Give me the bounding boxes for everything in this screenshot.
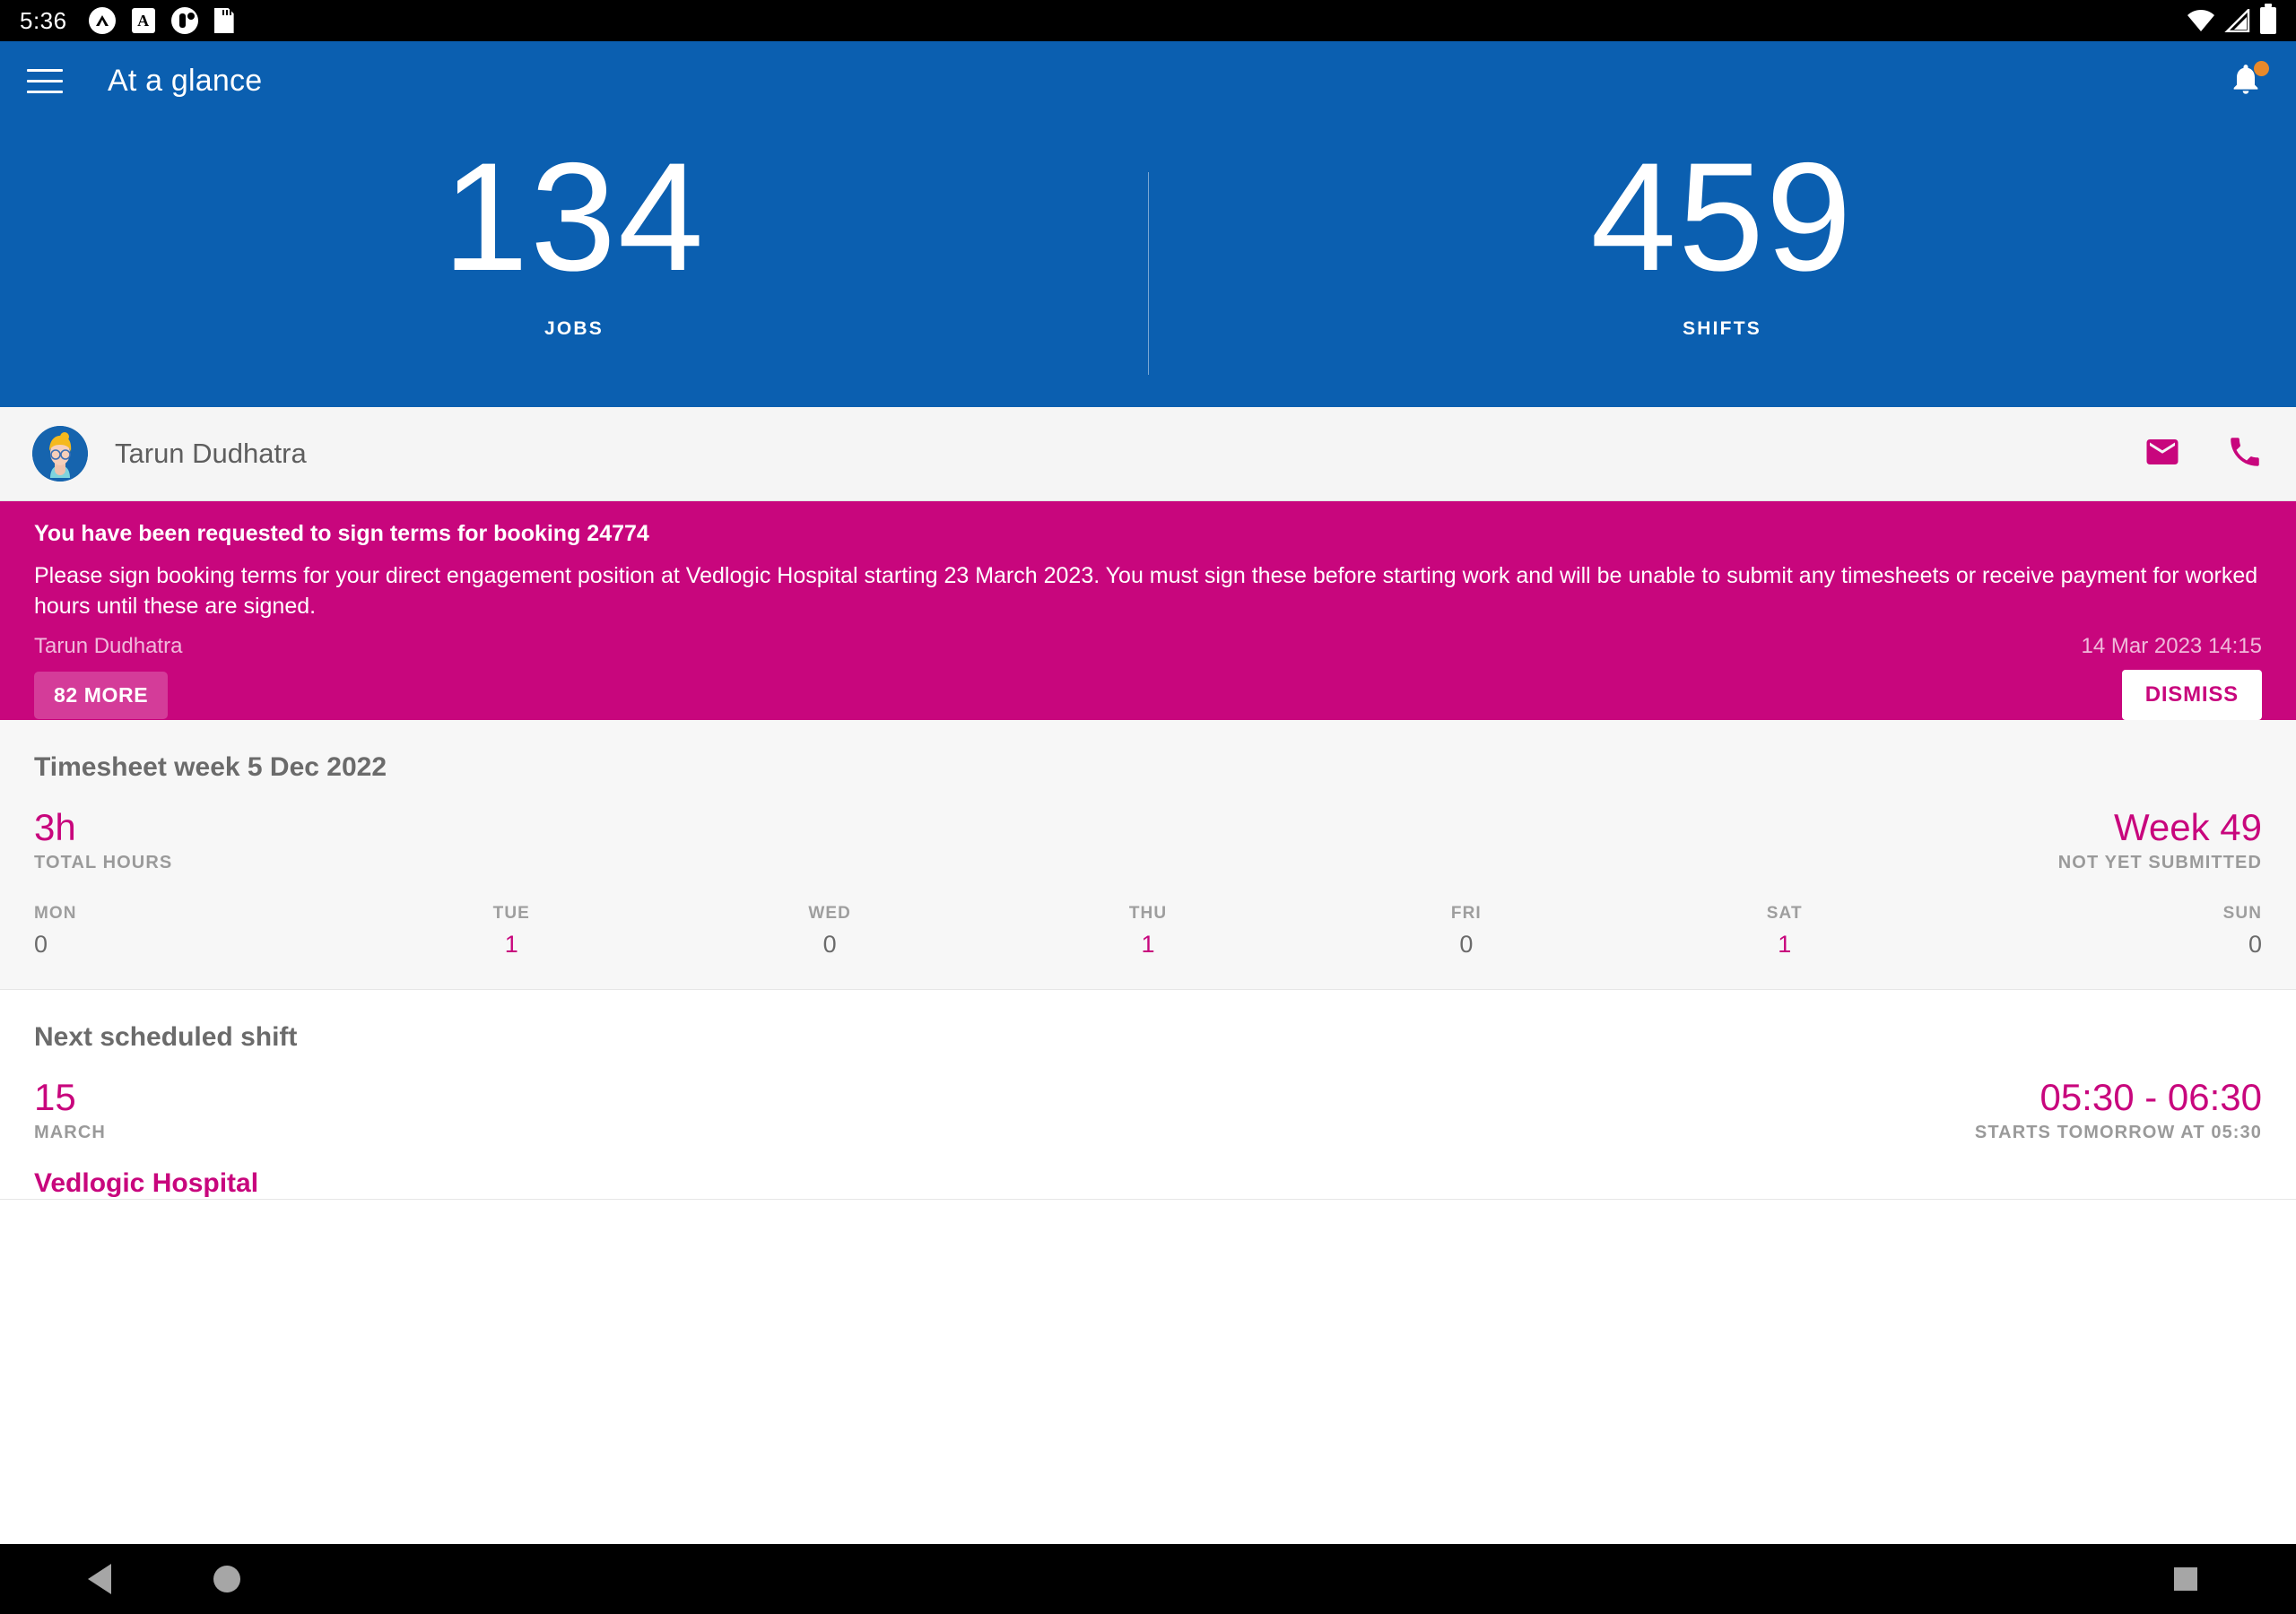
- hamburger-line: [27, 90, 63, 93]
- day-value: 0: [822, 931, 837, 959]
- day-label: SAT: [1766, 904, 1803, 924]
- user-contact-actions: [2144, 433, 2264, 475]
- banner-title: You have been requested to sign terms fo…: [34, 521, 649, 546]
- notification-badge-dot: [2254, 61, 2269, 76]
- day-label: TUE: [492, 904, 530, 924]
- shifts-label: SHIFTS: [1683, 317, 1761, 339]
- status-bar-notification-icons: A: [88, 7, 234, 34]
- timesheet-card[interactable]: Timesheet week 5 Dec 2022 3h TOTAL HOURS…: [0, 720, 2296, 991]
- next-shift-date: 15 MARCH: [34, 1076, 106, 1143]
- sdcard-icon: [213, 8, 234, 33]
- day-label: THU: [1128, 904, 1168, 924]
- total-hours-label: TOTAL HOURS: [34, 853, 173, 873]
- user-row: Tarun Dudhatra: [0, 407, 2296, 501]
- shift-month: MARCH: [34, 1123, 106, 1143]
- week-status: NOT YET SUBMITTED: [2057, 853, 2262, 873]
- recents-square-icon[interactable]: [2174, 1567, 2197, 1591]
- dismiss-button[interactable]: DISMISS: [2121, 670, 2262, 720]
- system-nav-bar: [0, 1544, 2296, 1614]
- day-sat: SAT 1: [1625, 904, 1944, 959]
- at-a-glance-panel: 134 JOBS 459 SHIFTS: [0, 120, 2296, 407]
- notification-banner: You have been requested to sign terms fo…: [0, 501, 2296, 720]
- shift-time-range: 05:30 - 06:30: [2039, 1076, 2262, 1119]
- back-triangle-icon[interactable]: [88, 1564, 111, 1594]
- day-label: SUN: [2222, 904, 2263, 924]
- glance-stat-shifts[interactable]: 459 SHIFTS: [1148, 120, 2296, 407]
- day-tue: TUE 1: [352, 904, 671, 959]
- next-shift-time: 05:30 - 06:30 STARTS TOMORROW AT 05:30: [1974, 1076, 2262, 1143]
- banner-timestamp: 14 Mar 2023 14:15: [2081, 634, 2262, 658]
- timesheet-total: 3h TOTAL HOURS: [34, 806, 173, 873]
- day-label: FRI: [1450, 904, 1482, 924]
- day-value: 1: [1778, 931, 1792, 959]
- banner-meta: Tarun Dudhatra 14 Mar 2023 14:15: [34, 634, 2262, 659]
- hamburger-line: [27, 68, 63, 72]
- banner-body: Please sign booking terms for your direc…: [34, 563, 2258, 619]
- day-label: MON: [34, 904, 77, 924]
- shift-location: Vedlogic Hospital: [34, 1168, 259, 1199]
- hamburger-line: [27, 79, 63, 82]
- user-name: Tarun Dudhatra: [115, 438, 307, 469]
- timesheet-summary: 3h TOTAL HOURS Week 49 NOT YET SUBMITTED: [34, 806, 2262, 873]
- battery-icon: [2260, 4, 2276, 34]
- day-mon: MON 0: [34, 904, 352, 959]
- day-value: 0: [2248, 931, 2263, 959]
- app-screen: 5:36 A At a glance 134 JOBS 459 SHIFTS T…: [0, 0, 2296, 1614]
- day-fri: FRI 0: [1307, 904, 1625, 959]
- week-number: Week 49: [2114, 806, 2262, 848]
- shifts-count: 459: [1590, 131, 1854, 303]
- page-title: At a glance: [108, 63, 263, 98]
- next-shift-card[interactable]: Next scheduled shift 15 MARCH 05:30 - 06…: [0, 990, 2296, 1201]
- day-value: 0: [1459, 931, 1474, 959]
- shift-starts-note: STARTS TOMORROW AT 05:30: [1974, 1123, 2262, 1143]
- font-app-icon: A: [131, 8, 155, 33]
- cellular-signal-icon: [2224, 7, 2251, 33]
- total-hours-value: 3h: [34, 806, 76, 848]
- person-app-icon: [170, 7, 198, 34]
- status-bar: 5:36 A: [0, 0, 2296, 41]
- glance-stat-jobs[interactable]: 134 JOBS: [0, 120, 1148, 407]
- status-bar-clock: 5:36: [20, 6, 67, 34]
- day-value: 1: [504, 931, 518, 959]
- banner-author: Tarun Dudhatra: [34, 634, 183, 658]
- hamburger-menu-icon[interactable]: [27, 60, 68, 101]
- next-shift-summary: 15 MARCH 05:30 - 06:30 STARTS TOMORROW A…: [34, 1076, 2262, 1143]
- jobs-label: JOBS: [544, 317, 604, 339]
- day-thu: THU 1: [989, 904, 1308, 959]
- day-value: 0: [34, 931, 48, 959]
- notifications-button[interactable]: [2222, 57, 2269, 104]
- jobs-count: 134: [442, 131, 706, 303]
- email-icon[interactable]: [2144, 433, 2181, 475]
- chevron-app-icon: [88, 7, 116, 34]
- more-notifications-button[interactable]: 82 MORE: [34, 671, 169, 719]
- status-bar-system-icons: [2187, 4, 2276, 34]
- timesheet-days: MON 0 TUE 1 WED 0 THU 1 FRI 0 SAT 1 SUN …: [34, 904, 2262, 989]
- home-circle-icon[interactable]: [213, 1566, 240, 1592]
- phone-icon[interactable]: [2226, 433, 2264, 475]
- wifi-icon: [2187, 9, 2215, 32]
- banner-actions: 82 MORE DISMISS: [34, 670, 2262, 720]
- day-wed: WED 0: [671, 904, 989, 959]
- shift-day: 15: [34, 1076, 76, 1119]
- glance-divider: [1148, 172, 1149, 375]
- app-bar: At a glance: [0, 41, 2296, 120]
- timesheet-week: Week 49 NOT YET SUBMITTED: [2057, 806, 2262, 873]
- content-scroll-area[interactable]: Timesheet week 5 Dec 2022 3h TOTAL HOURS…: [0, 720, 2296, 1544]
- day-sun: SUN 0: [1944, 904, 2262, 959]
- avatar[interactable]: [32, 426, 88, 482]
- timesheet-title: Timesheet week 5 Dec 2022: [34, 752, 387, 782]
- day-value: 1: [1141, 931, 1155, 959]
- day-label: WED: [808, 904, 851, 924]
- next-shift-title: Next scheduled shift: [34, 1022, 298, 1053]
